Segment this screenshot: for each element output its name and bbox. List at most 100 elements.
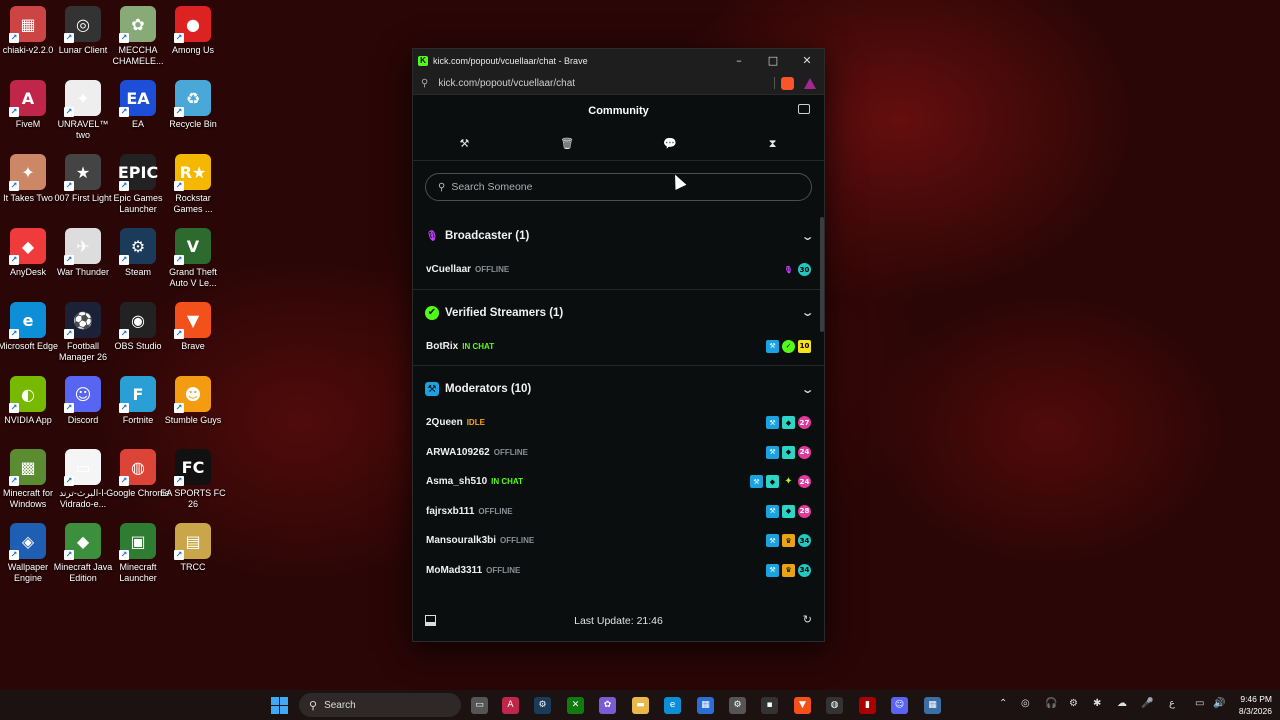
- desktop-icon[interactable]: ☻ ↗ Stumble Guys: [165, 376, 221, 448]
- app2-taskbar-icon[interactable]: ▮: [859, 697, 876, 714]
- desktop-icon[interactable]: ◈ ↗ Wallpaper Engine: [0, 523, 56, 595]
- chevron-up-icon[interactable]: ⌃: [999, 698, 1007, 709]
- desktop-icon[interactable]: ◉ ↗ OBS Studio: [110, 302, 166, 374]
- desktop-icon[interactable]: ◐ ↗ NVIDIA App: [0, 376, 56, 448]
- community-list[interactable]: 🎙 Broadcaster (1) ⌄ vCuellaar OFFLINE 🎙 30 ✔ Ver…: [413, 217, 824, 615]
- trash-icon[interactable]: 🗑: [516, 137, 619, 150]
- address-bar[interactable]: ⚲ kick.com/popout/vcuellaar/chat: [413, 72, 824, 95]
- desktop-icon[interactable]: A ↗ FiveM: [0, 80, 56, 152]
- edge-taskbar-icon[interactable]: e: [664, 697, 681, 714]
- clock[interactable]: 9:46 PM 8/3/2026: [1239, 693, 1272, 717]
- desktop-icon[interactable]: ▤ ↗ TRCC: [165, 523, 221, 595]
- hourglass-icon[interactable]: ⧗: [721, 137, 824, 151]
- user-row[interactable]: BotRix IN CHAT ⚒ ✓ 10: [413, 332, 824, 362]
- brave-taskbar-icon[interactable]: ▼: [794, 697, 811, 714]
- desktop-icon[interactable]: ⚙ ↗ Steam: [110, 228, 166, 300]
- close-button[interactable]: ✕: [790, 49, 824, 72]
- taskbar-search[interactable]: ⚲ Search: [299, 693, 461, 717]
- section-header[interactable]: ⚒ Moderators (10) ⌄: [413, 370, 824, 408]
- store-taskbar-icon[interactable]: ▦: [697, 697, 714, 714]
- username[interactable]: ARWA109262: [426, 447, 490, 458]
- volume-icon[interactable]: 🔊: [1213, 698, 1225, 709]
- discord-taskbar-icon[interactable]: ☺: [891, 697, 908, 714]
- chrome-taskbar-icon[interactable]: ◍: [826, 697, 843, 714]
- network-icon[interactable]: ▭: [1195, 698, 1204, 709]
- bluetooth-icon[interactable]: ✱: [1093, 698, 1101, 709]
- search-box[interactable]: ⚲: [425, 173, 812, 201]
- steam-tray-icon[interactable]: ⚙: [1069, 698, 1078, 709]
- chevron-down-icon[interactable]: ⌄: [800, 230, 814, 243]
- desktop-icon[interactable]: ✿ ↗ MECCHA CHAMELE...: [110, 6, 166, 78]
- app-taskbar-icon[interactable]: ▪: [761, 697, 778, 714]
- username[interactable]: Asma_sh510: [426, 476, 487, 487]
- username[interactable]: Mansouralk3bi: [426, 535, 496, 546]
- user-row[interactable]: fajrsxb111 OFFLINE ⚒ ◆ 28: [413, 497, 824, 527]
- chevron-down-icon[interactable]: ⌄: [800, 306, 814, 319]
- desktop-icon[interactable]: ● ↗ Among Us: [165, 6, 221, 78]
- user-row[interactable]: MoMad3311 OFFLINE ⚒ ♛ 34: [413, 556, 824, 586]
- username[interactable]: fajrsxb111: [426, 506, 474, 517]
- desktop-icon[interactable]: ✈ ↗ War Thunder: [55, 228, 111, 300]
- user-row[interactable]: ARWA109262 OFFLINE ⚒ ◆ 24: [413, 438, 824, 468]
- desktop-icon[interactable]: EPIC ↗ Epic Games Launcher: [110, 154, 166, 226]
- desktop-icon[interactable]: ♻ ↗ Recycle Bin: [165, 80, 221, 152]
- minimize-button[interactable]: –: [722, 49, 756, 72]
- desktop-icon[interactable]: F ↗ Fortnite: [110, 376, 166, 448]
- desktop-icon[interactable]: ▩ ↗ Minecraft for Windows: [0, 449, 56, 521]
- desktop-icon[interactable]: ✦ ↗ It Takes Two: [0, 154, 56, 226]
- desktop-icon[interactable]: ▣ ↗ Minecraft Launcher: [110, 523, 166, 595]
- desktop-icon[interactable]: ▭ ↗ ا-البرث-ترند-Vidrado-e...: [55, 449, 111, 521]
- desktop-icon[interactable]: V ↗ Grand Theft Auto V Le...: [165, 228, 221, 300]
- username[interactable]: vCuellaar: [426, 264, 471, 275]
- desktop-icon[interactable]: EA ↗ EA: [110, 80, 166, 152]
- hammer-icon[interactable]: ⚒: [413, 137, 516, 150]
- desktop-icon[interactable]: e ↗ Microsoft Edge: [0, 302, 58, 374]
- start-button[interactable]: [271, 697, 288, 714]
- username[interactable]: MoMad3311: [426, 565, 482, 576]
- desktop-icon[interactable]: ◎ ↗ Lunar Client: [55, 6, 111, 78]
- window-titlebar[interactable]: K kick.com/popout/vcuellaar/chat - Brave…: [413, 49, 824, 72]
- brave-shields-icon[interactable]: [781, 76, 794, 90]
- search-input[interactable]: [451, 181, 799, 193]
- user-row[interactable]: Mansouralk3bi OFFLINE ⚒ ♛ 34: [413, 526, 824, 556]
- site-info-icon[interactable]: ⚲: [421, 78, 428, 89]
- user-row[interactable]: vCuellaar OFFLINE 🎙 30: [413, 255, 824, 285]
- desktop-icon[interactable]: ▦ ↗ chiaki-v2.2.0: [0, 6, 56, 78]
- layout-icon[interactable]: [425, 615, 436, 626]
- popout-icon[interactable]: [798, 104, 810, 114]
- calculator-taskbar-icon[interactable]: ▦: [924, 697, 941, 714]
- task-view-icon[interactable]: ▭: [471, 697, 488, 714]
- desktop-icon[interactable]: ★ ↗ 007 First Light: [54, 154, 112, 226]
- url-text[interactable]: kick.com/popout/vcuellaar/chat: [438, 78, 774, 89]
- chevron-down-icon[interactable]: ⌄: [800, 383, 814, 396]
- username[interactable]: 2Queen: [426, 417, 463, 428]
- copilot-taskbar-icon[interactable]: ✿: [599, 697, 616, 714]
- refresh-icon[interactable]: ↻: [803, 613, 812, 626]
- xbox-taskbar-icon[interactable]: ✕: [567, 697, 584, 714]
- desktop-icon[interactable]: FC ↗ EA SPORTS FC 26: [160, 449, 226, 521]
- settings-taskbar-icon[interactable]: ⚙: [729, 697, 746, 714]
- list-scrollbar[interactable]: [820, 217, 824, 332]
- steam-taskbar-icon[interactable]: ⚙: [534, 697, 551, 714]
- cloud-icon[interactable]: ☁: [1117, 698, 1127, 709]
- file-explorer-taskbar-icon[interactable]: ▬: [632, 697, 649, 714]
- desktop-icon[interactable]: ◆ ↗ Minecraft Java Edition: [54, 523, 112, 595]
- chat-icon[interactable]: 💬: [619, 137, 722, 150]
- desktop-icon[interactable]: ⚽ ↗ Football Manager 26: [55, 302, 111, 374]
- language-indicator[interactable]: ع: [1169, 698, 1175, 709]
- username[interactable]: BotRix: [426, 341, 458, 352]
- microphone-icon[interactable]: 🎤: [1141, 698, 1153, 709]
- section-header[interactable]: ✔ Verified Streamers (1) ⌄: [413, 294, 824, 332]
- desktop-icon[interactable]: ☺ ↗ Discord: [55, 376, 111, 448]
- desktop-icon[interactable]: ✦ ↗ UNRAVEL™ two: [55, 80, 111, 152]
- desktop-icon[interactable]: ▼ ↗ Brave: [165, 302, 221, 374]
- user-row[interactable]: Asma_sh510 IN CHAT ⚒ ◆ ✦ 24: [413, 467, 824, 497]
- desktop-icon[interactable]: ◆ ↗ AnyDesk: [0, 228, 56, 300]
- section-header[interactable]: 🎙 Broadcaster (1) ⌄: [413, 217, 824, 255]
- desktop-icon[interactable]: ◍ ↗ Google Chrome: [106, 449, 170, 521]
- fivem-taskbar-icon[interactable]: A: [502, 697, 519, 714]
- headset-icon[interactable]: 🎧: [1045, 698, 1057, 709]
- user-row[interactable]: 2Queen IDLE ⚒ ◆ 27: [413, 408, 824, 438]
- desktop-icon[interactable]: R★ ↗ Rockstar Games ...: [165, 154, 221, 226]
- brave-rewards-icon[interactable]: [804, 77, 816, 89]
